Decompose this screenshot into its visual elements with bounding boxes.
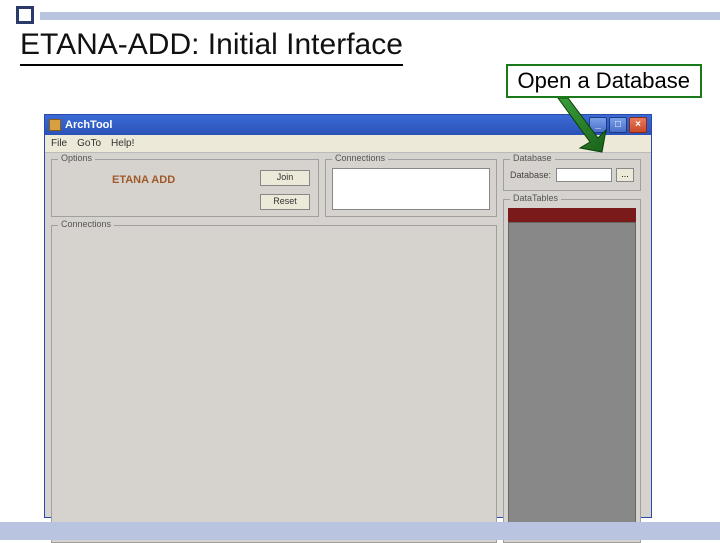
group-connections-main: Connections: [51, 225, 497, 543]
slide-title: ETANA-ADD: Initial Interface: [20, 28, 403, 66]
window-title: ArchTool: [65, 119, 112, 131]
connections-main-area: [56, 234, 492, 538]
group-connections-main-label: Connections: [58, 219, 114, 229]
reset-button[interactable]: Reset: [260, 194, 310, 210]
group-connections-top-label: Connections: [332, 153, 388, 163]
slide-header: ETANA-ADD: Initial Interface: [0, 0, 720, 62]
datatables-list[interactable]: [508, 222, 636, 538]
app-body: Options ETANA ADD Join Reset Connections…: [45, 153, 651, 517]
join-button[interactable]: Join: [260, 170, 310, 186]
annotation-open-database: Open a Database: [506, 64, 702, 98]
group-datatables: DataTables: [503, 199, 641, 543]
group-datatables-label: DataTables: [510, 193, 561, 203]
group-options-label: Options: [58, 153, 95, 163]
database-field-label: Database:: [510, 170, 551, 180]
group-database-label: Database: [510, 153, 555, 163]
app-window: ArchTool _ □ × File GoTo Help! Options E…: [44, 114, 652, 518]
menu-file[interactable]: File: [51, 138, 67, 149]
group-options: Options ETANA ADD Join Reset: [51, 159, 319, 217]
menu-goto[interactable]: GoTo: [77, 138, 101, 149]
titlebar[interactable]: ArchTool _ □ ×: [45, 115, 651, 135]
etana-add-logo: ETANA ADD: [112, 174, 175, 186]
window-controls: _ □ ×: [589, 117, 647, 133]
connections-list-top[interactable]: [332, 168, 490, 210]
decor-stripe-top: [40, 12, 720, 20]
browse-database-button[interactable]: ...: [616, 168, 634, 182]
app-icon: [49, 119, 61, 131]
database-input[interactable]: [556, 168, 612, 182]
datatables-header: [508, 208, 636, 222]
decor-stripe-bottom: [0, 522, 720, 540]
close-button[interactable]: ×: [629, 117, 647, 133]
group-connections-top: Connections: [325, 159, 497, 217]
bullet-square: [16, 6, 34, 24]
maximize-button[interactable]: □: [609, 117, 627, 133]
menubar: File GoTo Help!: [45, 135, 651, 153]
menu-help[interactable]: Help!: [111, 138, 134, 149]
minimize-button[interactable]: _: [589, 117, 607, 133]
group-database: Database Database: ...: [503, 159, 641, 191]
